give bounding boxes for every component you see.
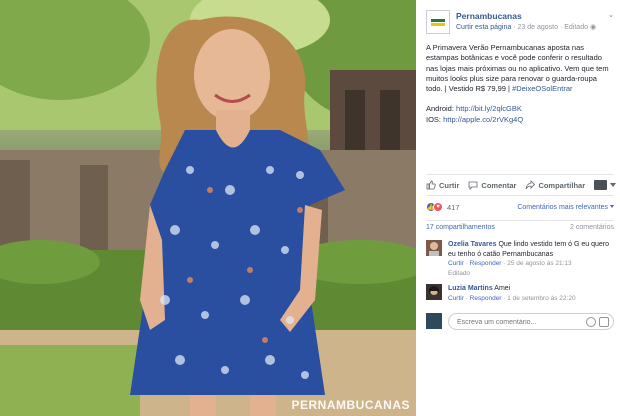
- comment-meta: Curtir · Responder · 25 de agosto às 21:…: [448, 260, 572, 277]
- chevron-down-icon[interactable]: ⌄: [606, 10, 616, 20]
- comment-body: Ozelia Tavares Que lindo vestido tem ó G…: [448, 240, 614, 278]
- comment-input-box[interactable]: [448, 313, 614, 330]
- counts-row: 17 compartilhamentos 2 comentários: [426, 220, 614, 234]
- comment-time[interactable]: 25 de agosto às 21:13: [507, 260, 571, 267]
- profile-thumb-icon: [594, 180, 608, 190]
- reaction-count[interactable]: 417: [447, 203, 460, 212]
- page-logo[interactable]: [426, 10, 450, 34]
- post-header: Pernambucanas Curtir esta página · 23 de…: [426, 10, 616, 36]
- share-icon: [526, 180, 536, 190]
- globe-icon: ◉: [589, 24, 597, 31]
- comment-button[interactable]: Comentar: [468, 180, 516, 190]
- post-panel: Pernambucanas Curtir esta página · 23 de…: [416, 0, 620, 416]
- thumbs-up-icon: [426, 180, 436, 190]
- caret-down-icon: [610, 183, 617, 187]
- love-reaction-icon[interactable]: ♥: [433, 202, 443, 212]
- share-button[interactable]: Compartilhar: [525, 180, 585, 190]
- action-bar: Curtir Comentar Compartilhar: [426, 174, 617, 196]
- share-label: Compartilhar: [538, 180, 586, 190]
- comment-body: Luzia Martins Amei Curtir · Responder · …: [448, 284, 614, 303]
- logo-stripe-yellow: [431, 23, 445, 26]
- post-photo[interactable]: PERNAMBUCANAS: [0, 0, 416, 416]
- post-date[interactable]: 23 de agosto: [518, 24, 558, 31]
- shares-count[interactable]: 17 compartilhamentos: [426, 224, 495, 234]
- comment-reply-link[interactable]: Responder: [470, 295, 502, 302]
- post-text: A Primavera Verão Pernambucanas aposta n…: [426, 43, 611, 135]
- ios-label: IOS:: [426, 114, 442, 124]
- meta-separator: ·: [559, 24, 563, 31]
- like-label: Curtir: [439, 180, 460, 190]
- edited-label[interactable]: Editado: [564, 24, 588, 31]
- meta-separator: ·: [513, 24, 516, 31]
- comment-sort-label: Comentários mais relevantes: [517, 203, 608, 211]
- audience-selector[interactable]: [594, 180, 617, 190]
- like-page-link[interactable]: Curtir esta página: [456, 24, 511, 31]
- comment-label: Comentar: [481, 180, 517, 190]
- comment-author[interactable]: Ozelia Tavares: [448, 241, 497, 248]
- comment-time[interactable]: 1 de setembro às 22:20: [507, 295, 575, 302]
- ios-link[interactable]: http://apple.co/2rVKg4Q: [443, 115, 523, 124]
- comment-item: Luzia Martins Amei Curtir · Responder · …: [426, 284, 614, 306]
- hashtag-link[interactable]: #DeixeOSolEntrar: [512, 84, 572, 93]
- page-name-link[interactable]: Pernambucanas: [456, 11, 522, 21]
- avatar[interactable]: [426, 284, 442, 300]
- comment-composer: [426, 313, 614, 331]
- logo-stripe-green: [431, 19, 445, 22]
- comment-like-link[interactable]: Curtir: [448, 295, 464, 302]
- caret-down-icon: [610, 205, 614, 209]
- emoji-icon[interactable]: [586, 317, 596, 327]
- comment-like-link[interactable]: Curtir: [448, 260, 464, 267]
- photo-illustration: [0, 0, 416, 416]
- comment-meta: Curtir · Responder · 1 de setembro às 22…: [448, 294, 576, 302]
- like-button[interactable]: Curtir: [426, 180, 459, 190]
- comments-count[interactable]: 2 comentários: [570, 224, 614, 234]
- avatar[interactable]: [426, 240, 442, 256]
- android-label: Android:: [426, 104, 454, 114]
- current-user-avatar: [426, 313, 442, 329]
- comment-sort-dropdown[interactable]: Comentários mais relevantes: [517, 204, 614, 211]
- comment-author[interactable]: Luzia Martins: [448, 285, 493, 292]
- comment-input[interactable]: [457, 317, 577, 327]
- comment-edited[interactable]: Editado: [448, 270, 470, 277]
- comment-reply-link[interactable]: Responder: [470, 260, 502, 267]
- android-link[interactable]: http://bit.ly/2qlcGBK: [456, 104, 522, 113]
- brand-watermark: PERNAMBUCANAS: [291, 398, 410, 412]
- post-meta: Curtir esta página · 23 de agosto · Edit…: [456, 23, 596, 31]
- camera-icon[interactable]: [599, 317, 609, 327]
- comment-item: Ozelia Tavares Que lindo vestido tem ó G…: [426, 240, 614, 280]
- reactions-row: 👍 ♥ 417 Comentários mais relevantes: [426, 200, 614, 214]
- comment-text: Amei: [494, 285, 511, 292]
- comment-icon: [469, 181, 478, 190]
